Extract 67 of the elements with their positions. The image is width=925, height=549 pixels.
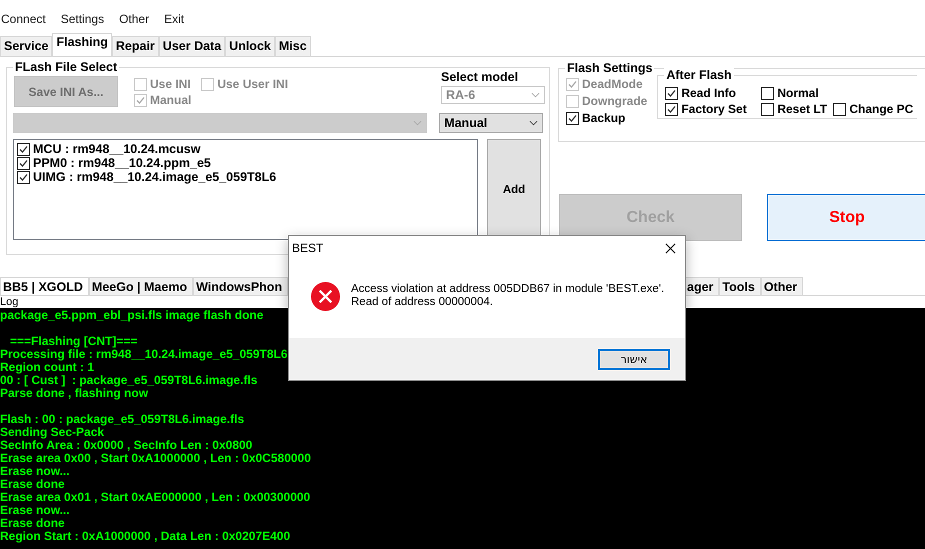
log-line: Flash : 00 : package_e5_059T8L6.image.fls — [0, 411, 244, 426]
mode-dropdown[interactable]: Manual — [439, 113, 543, 133]
chevron-down-icon — [531, 92, 540, 98]
error-icon — [310, 280, 341, 312]
checkbox-label: Use User INI — [217, 77, 288, 91]
log-line: Erase area 0x01 , Start 0xAE000000 , Len : 0x00300000 — [0, 491, 310, 504]
checkbox-label: Normal — [777, 86, 819, 100]
checkbox[interactable] — [665, 102, 678, 116]
checkbox[interactable] — [761, 86, 774, 100]
checkbox-label: UIMG : rm948__10.24.image_e5_059T8L6 — [33, 170, 276, 184]
menu-item[interactable]: Settings — [60, 12, 104, 26]
select-model-label: Select model — [441, 70, 520, 84]
log-line: SecInfo Area : 0x0000 , SecInfo Len : 0x0800 — [0, 439, 252, 452]
tab[interactable]: MeeGo | Maemo — [88, 277, 194, 295]
checkbox-label: Use INI — [150, 77, 191, 91]
tab[interactable]: BB5 | XGOLD — [0, 277, 89, 295]
tab[interactable]: Unlock — [225, 36, 275, 56]
tab[interactable]: ager — [686, 277, 720, 295]
log-line: ===Flashing [CNT]=== — [9, 333, 138, 348]
log-line: Erase area 0x00 , Start 0xA1000000 , Len : 0x0C580000 — [0, 452, 311, 465]
checkbox[interactable] — [833, 102, 846, 116]
ok-button[interactable]: אישור — [598, 348, 670, 370]
log-line: 00 : [ Cust ] : package_e5_059T8L6.image.fls — [0, 374, 258, 387]
chevron-down-icon — [413, 120, 422, 126]
group-title: Flash Settings — [565, 61, 654, 75]
checkbox[interactable] — [566, 112, 579, 124]
group-title: After Flash — [664, 68, 734, 82]
log-line: Sending Sec-Pack — [0, 426, 104, 439]
log-line: Erase now... — [0, 504, 70, 517]
menu-item[interactable]: Exit — [164, 12, 184, 26]
checkbox-label: Manual — [150, 93, 192, 107]
tab[interactable]: User Data — [158, 36, 226, 56]
checkbox-label: Backup — [582, 111, 626, 125]
tab[interactable]: WindowsPhon — [193, 277, 288, 295]
log-line: Erase done — [0, 517, 65, 530]
checkbox[interactable] — [761, 102, 774, 116]
checkbox-label: PPM0 : rm948__10.24.ppm_e5 — [33, 156, 211, 170]
log-line: Erase done — [0, 478, 65, 491]
dialog-title: BEST — [292, 241, 324, 255]
log-line: package_e5.ppm_ebl_psi.fls image flash done — [0, 309, 264, 322]
tab[interactable]: Flashing — [52, 33, 112, 56]
checkbox-label: DeadMode — [582, 77, 643, 91]
tab[interactable]: Repair — [112, 36, 159, 56]
close-icon[interactable] — [665, 242, 676, 254]
tab[interactable]: Other — [760, 277, 804, 295]
checkbox-label: Read Info — [681, 86, 736, 100]
log-line: Region Start : 0xA1000000 , Data Len : 0x0207E400 — [0, 530, 290, 543]
log-line: Erase now... — [0, 465, 70, 478]
checkbox[interactable] — [17, 170, 30, 184]
log-line: Parse done , flashing now — [0, 387, 148, 400]
tab[interactable]: Tools — [719, 277, 761, 295]
checkbox-label: Reset LT — [777, 102, 828, 116]
menu-item[interactable]: Connect — [1, 12, 46, 26]
tab[interactable]: Service — [0, 36, 52, 56]
checkbox-label: Factory Set — [681, 102, 747, 116]
checkbox-label: Downgrade — [582, 94, 648, 108]
checkbox[interactable] — [665, 86, 678, 100]
chevron-down-icon — [529, 120, 538, 126]
tab[interactable]: Misc — [274, 36, 311, 56]
checkbox[interactable] — [17, 156, 30, 170]
checkbox[interactable] — [17, 142, 30, 156]
group-title: FLash File Select — [13, 60, 120, 74]
checkbox-label: MCU : rm948__10.24.mcusw — [33, 142, 200, 156]
log-line: Region count : 1 — [0, 361, 94, 374]
checkbox-label: Change PC — [849, 102, 914, 116]
log-line: Processing file : rm948__10.24.image_e5_059T8L6 — [0, 348, 288, 361]
menu-item[interactable]: Other — [119, 12, 150, 26]
